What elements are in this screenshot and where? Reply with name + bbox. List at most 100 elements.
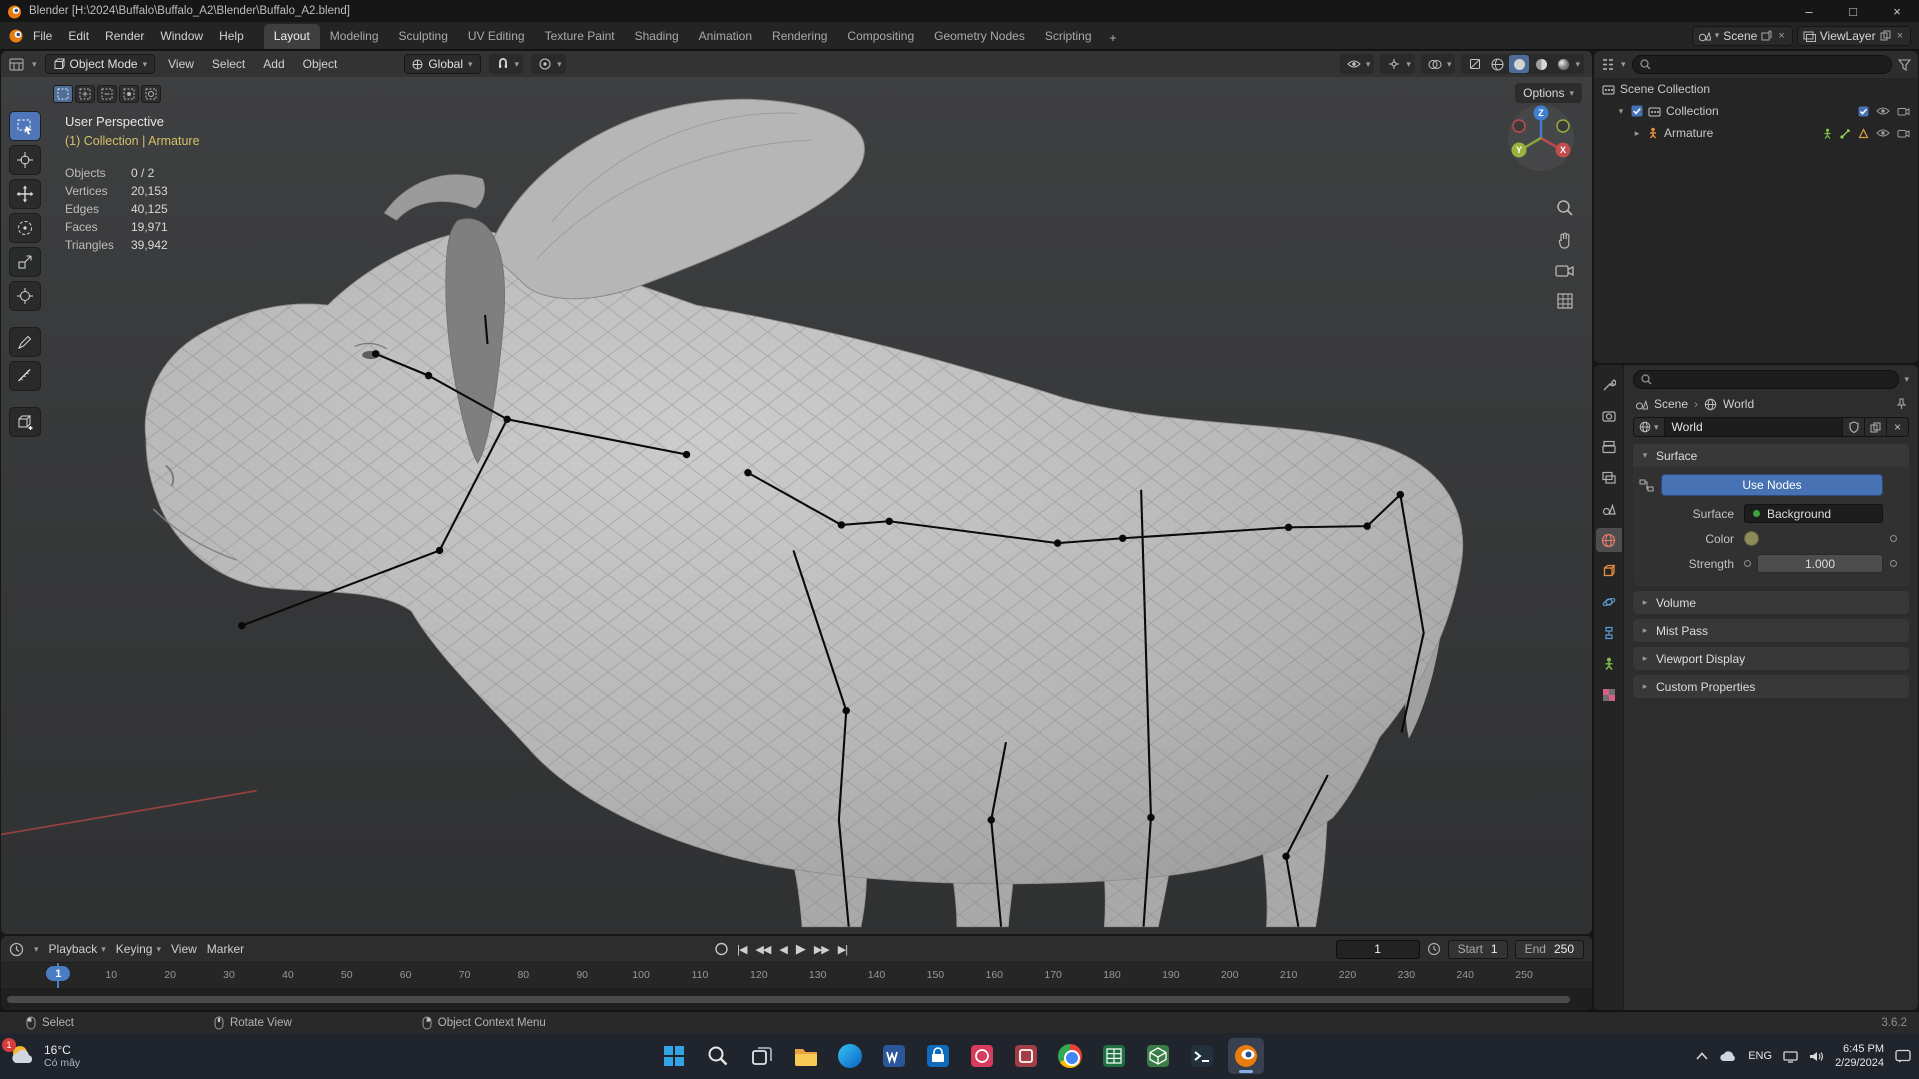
menu-window[interactable]: Window (152, 26, 211, 46)
view-layer-selector[interactable]: ViewLayer × (1796, 25, 1911, 46)
animate-decorator-icon[interactable] (1889, 535, 1897, 542)
timeline-scrollbar[interactable] (1, 988, 1592, 1010)
end-frame-field[interactable]: End 250 (1514, 939, 1584, 959)
tab-uv-editing[interactable]: UV Editing (458, 24, 535, 49)
tab-shading[interactable]: Shading (625, 24, 689, 49)
fake-user-shield-icon[interactable] (1843, 417, 1865, 437)
checkbox-checked-icon[interactable] (1858, 106, 1869, 117)
zoom-icon[interactable] (1556, 199, 1574, 217)
overlays-icon[interactable] (1425, 55, 1445, 73)
measure-tool[interactable] (9, 361, 41, 391)
outliner-search-input[interactable] (1631, 55, 1892, 74)
tray-chevron-up-icon[interactable] (1696, 1052, 1708, 1060)
xray-toggle-icon[interactable] (1465, 55, 1485, 73)
surface-section-header[interactable]: ▾ Surface (1633, 444, 1909, 467)
mode-dropdown[interactable]: Object Mode ▾ (44, 54, 156, 74)
select-box-tool[interactable] (9, 111, 41, 141)
task-view-button[interactable] (744, 1038, 780, 1074)
add-workspace-button[interactable]: + (1102, 27, 1125, 49)
tab-compositing[interactable]: Compositing (837, 24, 924, 49)
tab-modeling[interactable]: Modeling (320, 24, 389, 49)
tab-layout[interactable]: Layout (263, 24, 320, 49)
viewport-menu-object[interactable]: Object (298, 54, 343, 74)
tab-texture-icon[interactable] (1596, 683, 1622, 707)
tab-object-icon[interactable] (1596, 559, 1622, 583)
world-name-field[interactable]: World (1664, 417, 1843, 437)
snap-controls[interactable]: ▾ (488, 54, 524, 74)
disable-in-renders-camera-icon[interactable] (1897, 128, 1910, 138)
blender-menu-logo-icon[interactable] (8, 28, 25, 43)
move-tool[interactable] (9, 179, 41, 209)
tab-scripting[interactable]: Scripting (1035, 24, 1102, 49)
menu-file[interactable]: File (25, 26, 60, 46)
strength-slider[interactable]: 1.000 (1757, 554, 1883, 573)
language-indicator[interactable]: ENG (1748, 1050, 1772, 1062)
properties-search-input[interactable] (1633, 370, 1900, 389)
outliner-row-collection[interactable]: ▾ Collection (1594, 100, 1918, 122)
menu-view[interactable]: View (171, 942, 197, 956)
menu-playback[interactable]: Playback ▾ (49, 942, 106, 956)
filter-icon[interactable] (1898, 58, 1911, 71)
disable-in-renders-camera-icon[interactable] (1897, 106, 1910, 116)
office-app-icon[interactable] (1008, 1038, 1044, 1074)
previous-keyframe-icon[interactable]: ◀◀ (755, 943, 771, 956)
select-invert-icon[interactable] (119, 85, 139, 103)
timeline-editor-icon[interactable] (9, 942, 24, 957)
tab-object-data-icon[interactable] (1596, 652, 1622, 676)
scrollbar-thumb[interactable] (7, 995, 1571, 1003)
terminal-icon[interactable] (1184, 1038, 1220, 1074)
expand-icon[interactable]: ▾ (1616, 106, 1626, 117)
scale-tool[interactable] (9, 247, 41, 277)
tab-tool-icon[interactable] (1596, 373, 1622, 397)
breadcrumb-world[interactable]: World (1723, 397, 1754, 411)
search-button[interactable] (700, 1038, 736, 1074)
tab-rendering[interactable]: Rendering (762, 24, 837, 49)
chevron-down-icon[interactable]: ▾ (1904, 374, 1909, 385)
magnet-icon[interactable] (493, 55, 513, 73)
outliner-row-scene-collection[interactable]: Scene Collection (1594, 78, 1918, 100)
editor-type-icon[interactable] (9, 58, 24, 71)
show-hide-icon[interactable] (1344, 55, 1364, 73)
auto-keyframe-icon[interactable] (714, 942, 728, 956)
hide-in-viewport-eye-icon[interactable] (1876, 106, 1890, 116)
menu-keying[interactable]: Keying ▾ (116, 942, 161, 956)
remove-view-layer-icon[interactable]: × (1895, 30, 1905, 42)
close-button[interactable]: × (1875, 0, 1919, 22)
outliner-editor-icon[interactable] (1601, 58, 1615, 71)
color-swatch[interactable] (1744, 531, 1759, 546)
excel-icon[interactable] (1096, 1038, 1132, 1074)
select-intersect-icon[interactable] (141, 85, 161, 103)
shading-rendered-icon[interactable] (1553, 55, 1573, 73)
chevron-down-icon[interactable]: ▾ (557, 59, 562, 70)
proportional-edit-controls[interactable]: ▾ (531, 54, 566, 74)
expand-icon[interactable]: ▸ (1632, 128, 1642, 139)
scene-selector[interactable]: ▾ Scene × (1691, 25, 1793, 46)
jump-to-start-icon[interactable]: |◀ (737, 943, 747, 956)
menu-marker[interactable]: Marker (207, 942, 244, 956)
volume-section-header[interactable]: ▸ Volume (1633, 591, 1909, 614)
rotate-tool[interactable] (9, 213, 41, 243)
annotate-tool[interactable] (9, 327, 41, 357)
camera-view-icon[interactable] (1555, 263, 1574, 278)
cursor-tool[interactable] (9, 145, 41, 175)
chevron-down-icon[interactable]: ▾ (1447, 59, 1452, 70)
chevron-down-icon[interactable]: ▾ (515, 59, 520, 70)
tab-geometry-nodes[interactable]: Geometry Nodes (924, 24, 1035, 49)
file-explorer-icon[interactable] (788, 1038, 824, 1074)
override-dot-icon[interactable] (1744, 560, 1751, 567)
use-nodes-button[interactable]: Use Nodes (1661, 474, 1883, 496)
blender-taskbar-icon[interactable] (1227, 1038, 1264, 1074)
tab-animation[interactable]: Animation (689, 24, 762, 49)
select-subtract-icon[interactable] (97, 85, 117, 103)
playhead[interactable]: 1 (46, 966, 71, 981)
play-icon[interactable]: ▶ (796, 941, 806, 957)
tab-output-icon[interactable] (1596, 435, 1622, 459)
minimize-button[interactable]: – (1787, 0, 1831, 22)
next-keyframe-icon[interactable]: ▶▶ (814, 943, 830, 956)
store-icon[interactable] (920, 1038, 956, 1074)
tab-render-icon[interactable] (1596, 404, 1622, 428)
chevron-down-icon[interactable]: ▾ (1406, 59, 1411, 70)
menu-help[interactable]: Help (211, 26, 252, 46)
breadcrumb-scene[interactable]: Scene (1654, 397, 1688, 411)
word-icon[interactable] (876, 1038, 912, 1074)
